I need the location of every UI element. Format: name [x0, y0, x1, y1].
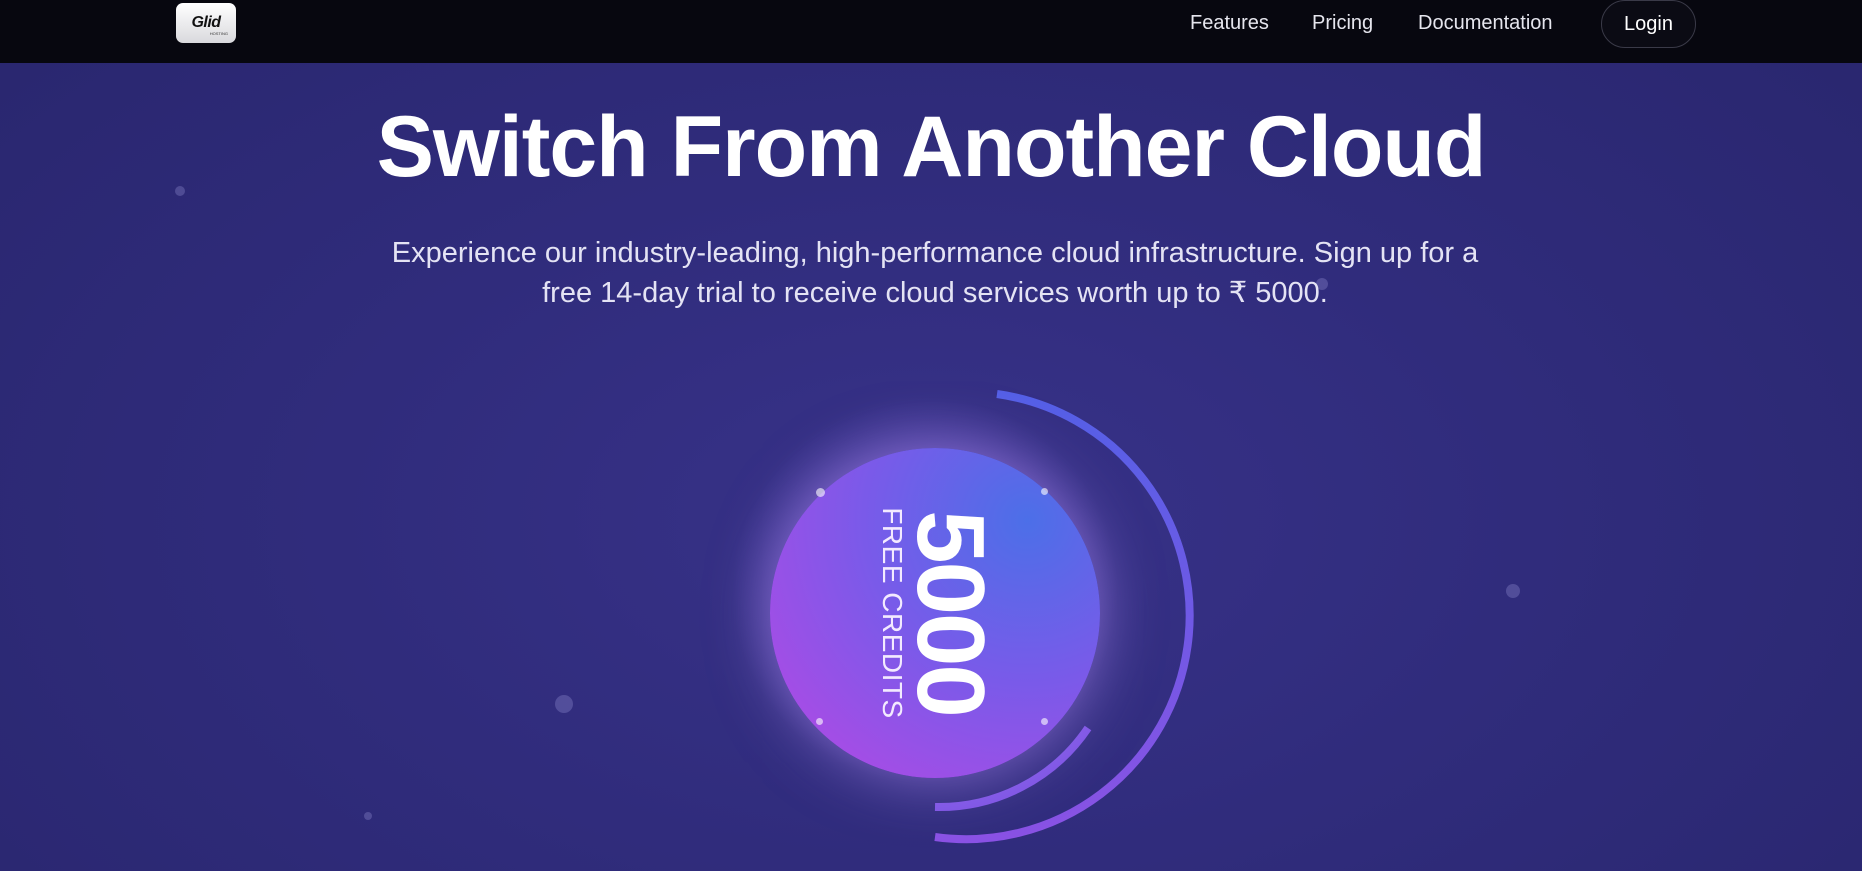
credits-amount: 5000 [897, 510, 1004, 716]
credits-text: 5000 FREE CREDITS [877, 507, 1004, 719]
hero-subtitle: Experience our industry-leading, high-pe… [391, 237, 1479, 309]
landing-page: Glid HOSTING Features Pricing Documentat… [0, 0, 1862, 871]
logo-subtext: HOSTING [209, 31, 228, 36]
nav-link-documentation[interactable]: Documentation [1418, 12, 1553, 35]
orb-pin [816, 718, 823, 725]
top-navbar: Glid HOSTING Features Pricing Documentat… [0, 0, 1862, 63]
hero-title: Switch From Another Cloud [376, 99, 1487, 195]
nav-link-features[interactable]: Features [1190, 12, 1269, 35]
brand-logo[interactable]: Glid HOSTING [176, 3, 236, 43]
logo-text: Glid [191, 14, 221, 31]
orb-pin [1041, 488, 1048, 495]
orb-pin [816, 488, 825, 497]
decor-dot [364, 812, 372, 820]
credits-badge: 5000 FREE CREDITS [700, 370, 1200, 870]
decor-dot [555, 695, 573, 713]
nav-link-pricing[interactable]: Pricing [1312, 12, 1373, 35]
login-button[interactable]: Login [1601, 0, 1696, 48]
orb-pin [1041, 718, 1048, 725]
credits-label: FREE CREDITS [877, 507, 908, 719]
decor-dot [1506, 584, 1520, 598]
